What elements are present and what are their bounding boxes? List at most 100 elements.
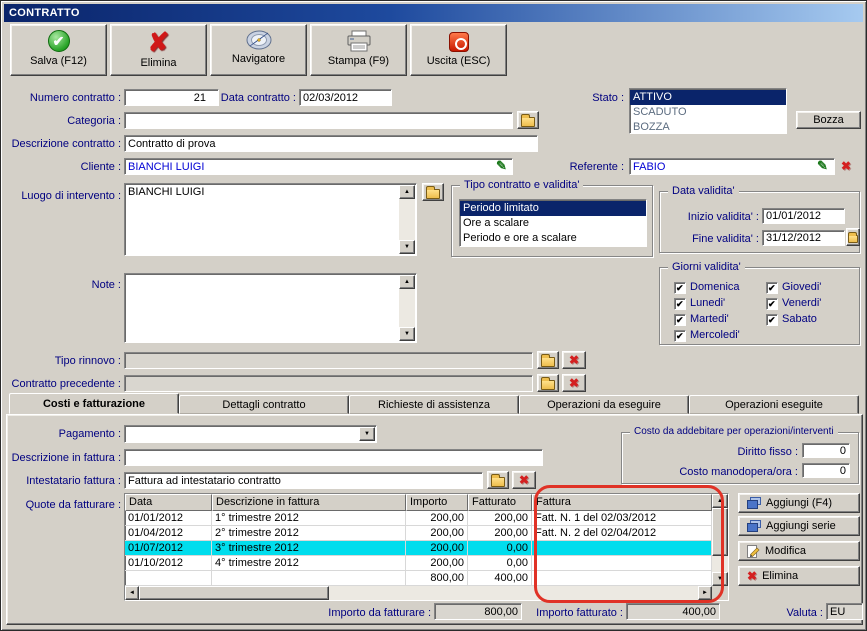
aggiungi-serie-button[interactable]: Aggiungi serie [738,516,860,536]
luogo-intervento-textarea[interactable]: BIANCHI LUIGI [126,185,399,254]
luogo-intervento-label: Luogo di intervento : [21,190,121,202]
tipo-rinnovo-input[interactable] [124,352,533,369]
checkbox-lunedi[interactable]: Lunedi' [674,297,725,311]
folder-icon [541,376,555,390]
save-button[interactable]: Salva (F12) [10,24,107,76]
table-row[interactable]: 01/07/2012 3° trimestre 2012 200,00 0,00 [125,541,728,556]
stato-option-attivo[interactable]: ATTIVO [630,90,786,105]
luogo-folder-button[interactable] [422,183,444,201]
note-scrollbar[interactable] [399,275,415,341]
tipo-rinnovo-folder-button[interactable] [537,351,559,369]
exit-power-icon [448,32,469,52]
categoria-input[interactable] [124,112,513,129]
intestatario-folder-button[interactable] [487,471,509,489]
grid-horizontal-scrollbar[interactable] [125,586,712,600]
pagamento-combobox[interactable] [124,425,377,443]
inizio-validita-input[interactable] [762,208,845,224]
grid-column-header-fattura[interactable]: Fattura [532,494,712,511]
tipo-contratto-option-periodo-limitato[interactable]: Periodo limitato [460,201,646,216]
luogo-intervento-textarea-wrap: BIANCHI LUIGI [124,183,417,256]
print-button[interactable]: Stampa (F9) [310,24,407,76]
elimina-riga-button[interactable]: Elimina [738,566,860,586]
valuta-value [826,603,863,620]
scroll-up-icon[interactable] [399,275,415,289]
tipo-contratto-option-ore-a-scalare[interactable]: Ore a scalare [460,216,646,231]
stato-listbox[interactable]: ATTIVO SCADUTO BOZZA [629,88,787,134]
scroll-down-icon[interactable] [399,240,415,254]
scroll-down-icon[interactable] [399,327,415,341]
numero-contratto-label: Numero contratto : [29,92,121,104]
scrollbar-thumb[interactable] [712,508,728,556]
fine-validita-input[interactable] [762,230,845,246]
tipo-contratto-listbox[interactable]: Periodo limitato Ore a scalare Periodo e o… [459,199,647,247]
checkbox-checked-icon [674,297,686,311]
table-row[interactable]: 800,00 400,00 [125,571,728,586]
tab-operazioni-da-eseguire[interactable]: Operazioni da eseguire [519,395,689,414]
grid-column-header-importo[interactable]: Importo [406,494,468,511]
checkbox-venerdi[interactable]: Venerdi' [766,297,821,311]
data-validita-folder-button[interactable] [846,228,860,246]
data-contratto-input[interactable] [299,89,392,106]
contratto-precedente-clear-button[interactable] [562,374,586,392]
checkbox-sabato[interactable]: Sabato [766,313,817,327]
table-cell [532,541,712,556]
tipo-contratto-option-periodo-e-ore-a-scalare[interactable]: Periodo e ore a scalare [460,231,646,246]
folder-icon [426,185,440,199]
scroll-up-icon[interactable] [399,185,415,199]
clear-icon [569,376,579,390]
referente-clear-icon[interactable] [841,159,851,173]
stato-option-scaduto[interactable]: SCADUTO [630,105,786,120]
grid-vertical-scrollbar[interactable] [712,494,728,586]
title-bar[interactable]: CONTRATTO [4,4,863,22]
note-textarea[interactable] [126,275,399,341]
grid-column-header-fatturato[interactable]: Fatturato [468,494,532,511]
luogo-scrollbar[interactable] [399,185,415,254]
contratto-precedente-input[interactable] [124,375,533,392]
tab-operazioni-eseguite[interactable]: Operazioni eseguite [689,395,859,414]
table-row[interactable]: 01/10/2012 4° trimestre 2012 200,00 0,00 [125,556,728,571]
scrollbar-thumb[interactable] [139,586,329,600]
descrizione-in-fattura-input[interactable] [124,449,543,466]
dropdown-arrow-icon[interactable] [359,427,375,441]
scroll-up-icon[interactable] [712,494,728,508]
tab-costi-e-fatturazione[interactable]: Costi e fatturazione [9,393,179,414]
tab-richieste-di-assistenza[interactable]: Richieste di assistenza [349,395,519,414]
referente-input[interactable] [629,158,835,175]
contratto-precedente-label: Contratto precedente : [11,378,121,390]
scroll-down-icon[interactable] [712,572,728,586]
bozza-button[interactable]: Bozza [796,111,861,129]
costo-manodopera-input[interactable] [802,463,850,478]
descrizione-contratto-input[interactable] [124,135,538,152]
grid-column-header-data[interactable]: Data [125,494,212,511]
printer-icon [347,30,370,52]
cliente-input[interactable] [124,158,513,175]
stato-option-bozza[interactable]: BOZZA [630,120,786,133]
intestatario-clear-button[interactable] [512,471,536,489]
tab-dettagli-contratto[interactable]: Dettagli contratto [179,395,349,414]
checkbox-giovedi[interactable]: Giovedi' [766,281,821,295]
checkbox-domenica[interactable]: Domenica [674,281,740,295]
contratto-precedente-folder-button[interactable] [537,374,559,392]
referente-edit-pencil-icon[interactable] [817,159,828,173]
grid-column-header-descrizione-in-fattura[interactable]: Descrizione in fattura [212,494,406,511]
cliente-edit-pencil-icon[interactable] [496,159,507,173]
navigator-button[interactable]: Navigatore [210,24,307,76]
exit-button[interactable]: Uscita (ESC) [410,24,507,76]
table-row[interactable]: 01/01/2012 1° trimestre 2012 200,00 200,00 F… [125,511,728,526]
numero-contratto-input[interactable] [124,89,219,106]
modifica-button[interactable]: Modifica [738,541,860,561]
checkbox-mercoledi[interactable]: Mercoledi' [674,329,740,343]
scroll-left-icon[interactable] [125,586,139,600]
aggiungi-button[interactable]: Aggiungi (F4) [738,493,860,513]
scroll-right-icon[interactable] [698,586,712,600]
checkbox-martedi[interactable]: Martedi' [674,313,729,327]
save-check-icon [47,30,70,52]
tipo-rinnovo-clear-button[interactable] [562,351,586,369]
diritto-fisso-input[interactable] [802,443,850,458]
table-cell: 200,00 [406,526,468,541]
delete-button[interactable]: Elimina [110,24,207,76]
categoria-folder-button[interactable] [517,111,539,129]
table-row[interactable]: 01/04/2012 2° trimestre 2012 200,00 200,00 F… [125,526,728,541]
intestatario-fattura-input[interactable] [124,472,483,489]
table-cell: 2° trimestre 2012 [212,526,406,541]
